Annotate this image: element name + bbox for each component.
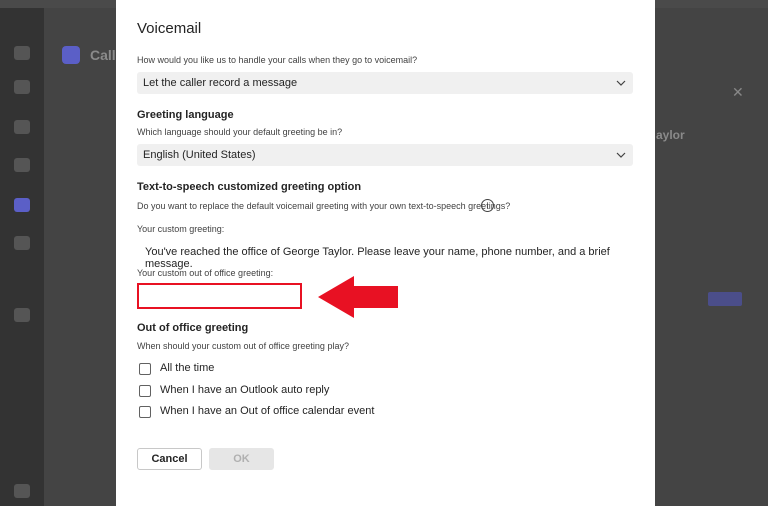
background-button [708, 292, 742, 306]
greeting-language-heading: Greeting language [137, 109, 234, 121]
ooo-heading: Out of office greeting [137, 322, 249, 334]
cancel-button[interactable]: Cancel [137, 448, 202, 470]
checkbox[interactable] [139, 385, 151, 397]
rail-icon [14, 46, 30, 60]
custom-ooo-greeting-input[interactable] [137, 283, 302, 309]
rail-icon [14, 120, 30, 134]
custom-greeting-label: Your custom greeting: [137, 224, 225, 234]
voicemail-handling-value: Let the caller record a message [143, 77, 298, 89]
checkbox-label: All the time [160, 362, 215, 374]
tts-question: Do you want to replace the default voice… [137, 201, 511, 211]
chevron-down-icon [616, 152, 626, 158]
tts-heading: Text-to-speech customized greeting optio… [137, 181, 362, 193]
custom-ooo-label: Your custom out of office greeting: [137, 268, 274, 278]
greeting-language-dropdown[interactable]: English (United States) [137, 144, 633, 166]
checkbox-label: When I have an Out of office calendar ev… [160, 405, 375, 417]
checkbox[interactable] [139, 363, 151, 375]
greeting-language-question: Which language should your default greet… [137, 127, 343, 137]
dialog-title: Voicemail [137, 20, 202, 37]
calls-title: Call [90, 47, 116, 63]
checkbox-label: When I have an Outlook auto reply [160, 384, 330, 396]
red-arrow-annotation [318, 276, 398, 318]
ok-button[interactable]: OK [209, 448, 274, 470]
rail-icon [14, 484, 30, 498]
app-rail [0, 8, 44, 506]
rail-icon [14, 80, 30, 94]
info-icon[interactable]: i [481, 199, 494, 212]
custom-greeting-text[interactable]: You've reached the office of George Tayl… [145, 246, 655, 270]
rail-icon [14, 158, 30, 172]
close-icon: ✕ [732, 84, 744, 100]
voicemail-dialog: Voicemail How would you like us to handl… [116, 0, 655, 506]
handle-calls-question: How would you like us to handle your cal… [137, 55, 418, 65]
checkbox[interactable] [139, 406, 151, 418]
rail-icon [14, 308, 30, 322]
greeting-language-value: English (United States) [143, 149, 256, 161]
ooo-question: When should your custom out of office gr… [137, 341, 349, 351]
contact-name: aylor [656, 128, 685, 142]
calls-app-icon [62, 46, 80, 64]
voicemail-handling-dropdown[interactable]: Let the caller record a message [137, 72, 633, 94]
chevron-down-icon [616, 80, 626, 86]
rail-icon [14, 236, 30, 250]
calls-rail-icon [14, 198, 30, 212]
